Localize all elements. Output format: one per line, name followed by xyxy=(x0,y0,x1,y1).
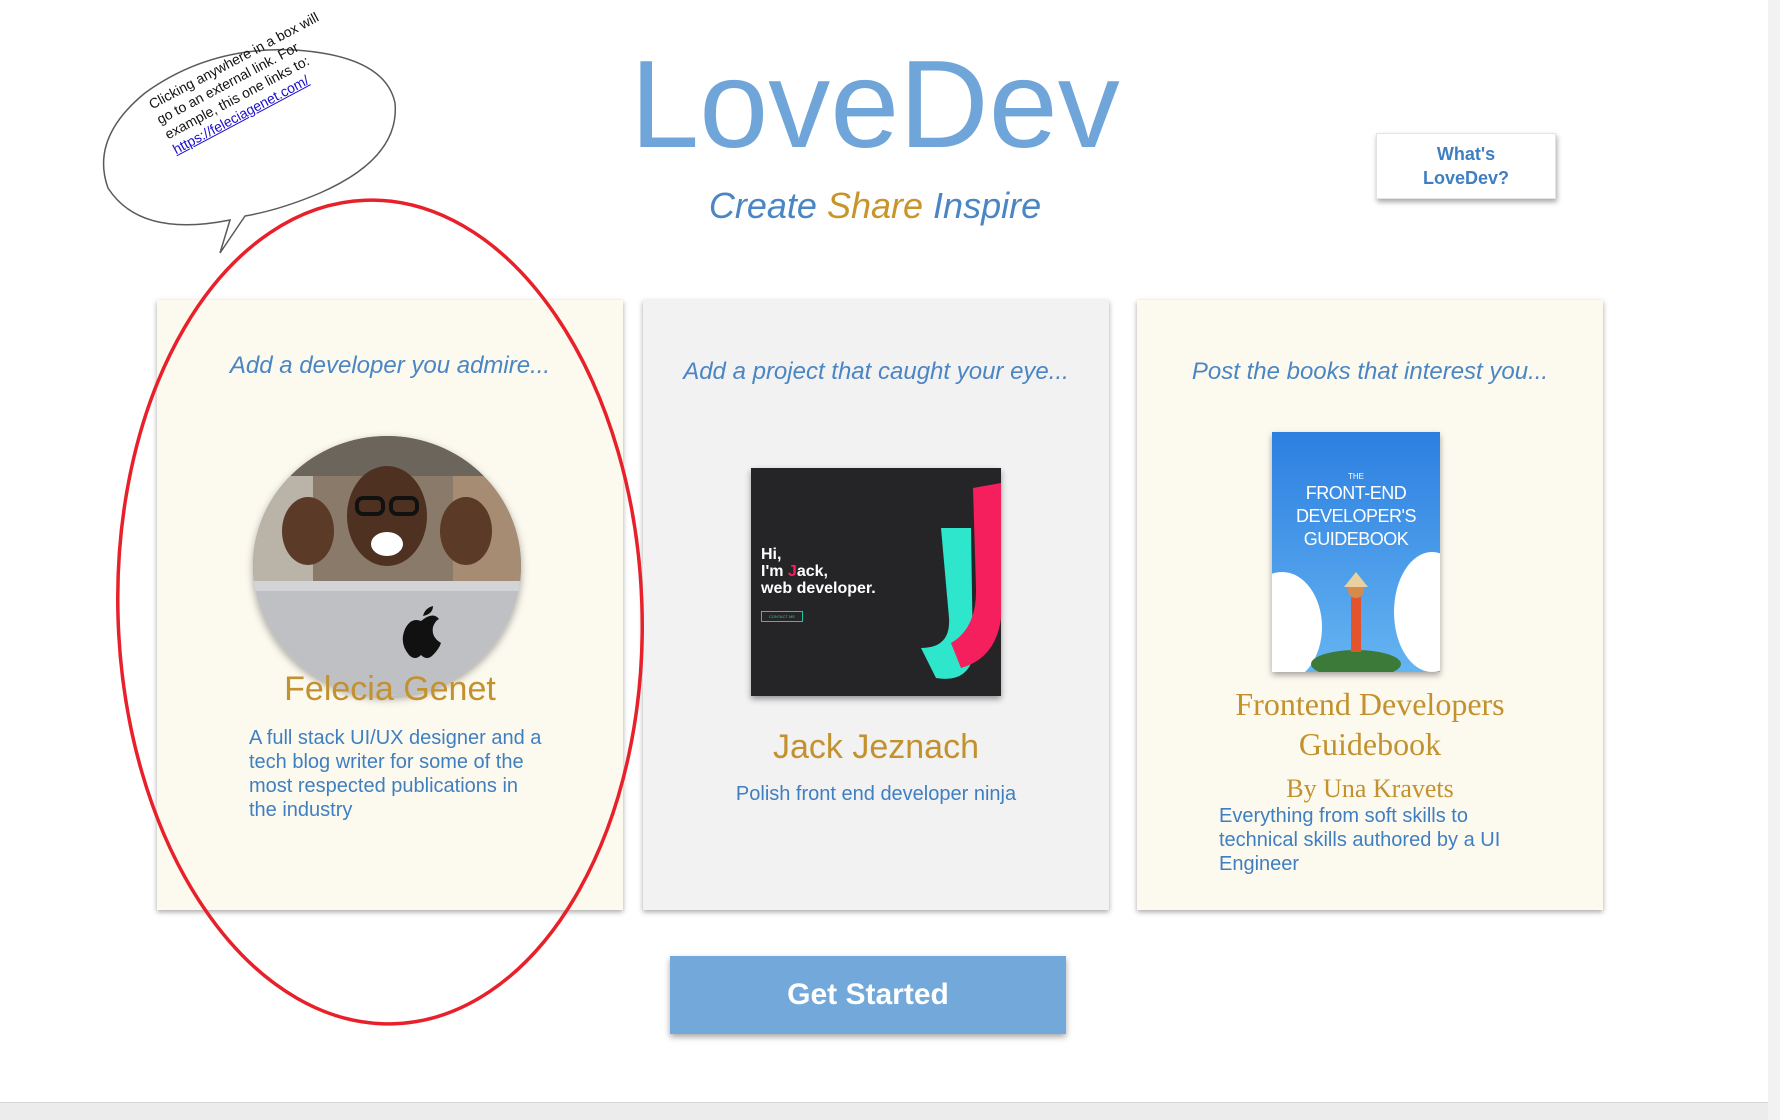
book-author: By Una Kravets xyxy=(1286,774,1454,803)
project-thumb-contact-button: CONTACT ME xyxy=(761,611,803,622)
project-card[interactable]: Add a project that caught your eye... Hi… xyxy=(643,300,1109,910)
project-thumbnail: Hi, I'm Jack, web developer. CONTACT ME xyxy=(751,468,1001,696)
book-card[interactable]: Post the books that interest you... THE xyxy=(1137,300,1603,910)
book-description: Everything from soft skills to technical… xyxy=(1219,805,1501,875)
scrollbar-track[interactable] xyxy=(1768,0,1780,1120)
book-cover-title: FRONT-END DEVELOPER'S GUIDEBOOK xyxy=(1296,483,1416,549)
book-cover: THE FRONT-END DEVELOPER'S GUIDEBOOK xyxy=(1272,432,1440,672)
whats-lovedev-button[interactable]: What's LoveDev? xyxy=(1376,133,1556,199)
card-heading: Add a project that caught your eye... xyxy=(683,358,1069,385)
book-title: Frontend Developers Guidebook xyxy=(1235,686,1505,762)
tagline-inspire: Inspire xyxy=(933,185,1042,226)
highlight-ellipse xyxy=(116,198,644,1026)
get-started-button[interactable]: Get Started xyxy=(670,956,1066,1034)
project-thumb-text: Hi, I'm Jack, web developer. xyxy=(761,546,876,597)
project-name: Jack Jeznach xyxy=(773,728,979,766)
project-description: Polish front end developer ninja xyxy=(735,783,1017,805)
whats-lovedev-line2: LoveDev? xyxy=(1422,168,1510,188)
tagline-share: Share xyxy=(826,185,924,226)
page: LoveDev Create Share Inspire What's Love… xyxy=(0,0,1769,1103)
book-cover-the: THE xyxy=(1348,472,1364,481)
tagline-create: Create xyxy=(708,185,817,226)
whats-lovedev-line1: What's xyxy=(1436,144,1496,164)
card-heading: Post the books that interest you... xyxy=(1191,358,1549,385)
